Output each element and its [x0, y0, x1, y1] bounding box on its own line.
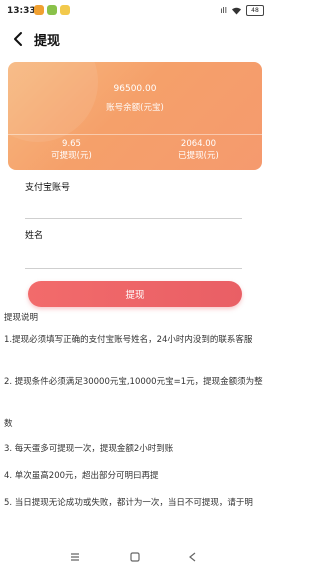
instruction-item: 数 [4, 419, 13, 429]
name-label: 姓名 [25, 231, 44, 241]
navigation-bar [0, 544, 270, 570]
alipay-account-label: 支付宝账号 [25, 183, 71, 193]
instructions-title: 提现说明 [4, 313, 39, 323]
withdrawable-value: 9.65 [62, 139, 81, 149]
balance-label: 账号余额(元宝) [106, 103, 164, 113]
square-home-icon [130, 552, 140, 562]
chevron-left-icon [14, 32, 22, 46]
balance-value: 96500.00 [113, 84, 157, 94]
system-back-button[interactable] [184, 548, 202, 566]
header: 提现 [0, 26, 270, 54]
name-input[interactable] [25, 250, 242, 269]
home-button[interactable] [126, 548, 144, 566]
menu-icon [71, 553, 79, 561]
status-indicators: ıll 48 [220, 5, 264, 16]
notification-icons [34, 5, 70, 15]
signal-icon: ıll [220, 6, 227, 15]
instruction-item: 5. 当日提现无论成功或失败，都计为一次，当日不可提现，请于明 [4, 498, 253, 508]
battery-icon: 48 [246, 5, 264, 16]
withdrawable-stat: 9.65 可提现(元) [8, 138, 135, 162]
page-title: 提现 [34, 34, 61, 49]
status-bar: 13:33 ıll 48 [0, 0, 270, 22]
status-time: 13:33 [7, 6, 36, 16]
withdrawn-stat: 2064.00 已提现(元) [135, 138, 262, 162]
menu-button[interactable] [66, 548, 84, 566]
instruction-item: 4. 单次虽高200元，超出部分可明曰再提 [4, 471, 159, 481]
triangle-back-icon [189, 552, 196, 562]
instruction-item: 2. 提现条件必须满足30000元宝,10000元宝=1元，提现金额须为整 [4, 377, 263, 387]
wifi-icon [232, 7, 241, 15]
instruction-item: 3. 每天蛋多可提现一次，提现金额2小时到账 [4, 444, 174, 454]
instruction-item: 1.提现必须填写正确的支付宝账号姓名，24小时内没到的联系客服 [4, 335, 253, 345]
card-divider [8, 134, 262, 135]
alipay-account-input[interactable] [25, 200, 242, 219]
balance-card: 96500.00 账号余额(元宝) 9.65 可提现(元) 2064.00 已提… [8, 62, 262, 170]
app-notification-icon [60, 5, 70, 15]
back-button[interactable] [10, 29, 28, 49]
withdrawn-value: 2064.00 [180, 139, 217, 149]
withdrawable-label: 可提现(元) [51, 151, 92, 161]
withdraw-button[interactable]: 提现 [28, 281, 242, 307]
withdrawn-label: 已提现(元) [178, 151, 219, 161]
app-notification-icon [34, 5, 44, 15]
app-notification-icon [47, 5, 57, 15]
